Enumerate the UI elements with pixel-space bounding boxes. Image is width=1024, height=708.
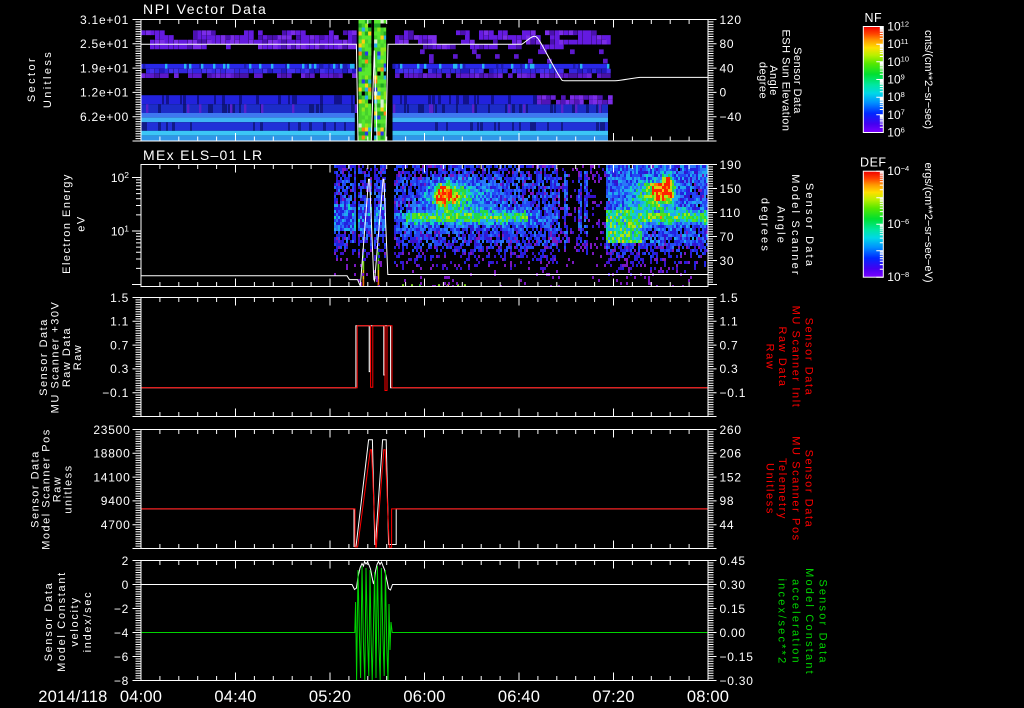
svg-text:Sector: Sector: [26, 56, 38, 102]
svg-text:9400: 9400: [101, 494, 131, 508]
svg-text:23500: 23500: [93, 423, 130, 437]
svg-text:−40: −40: [720, 110, 743, 124]
svg-text:0.7: 0.7: [720, 338, 739, 352]
svg-text:1.2e+01: 1.2e+01: [80, 86, 129, 100]
svg-text:1.1: 1.1: [720, 315, 739, 329]
svg-text:04:00: 04:00: [120, 688, 162, 706]
svg-text:4700: 4700: [101, 518, 131, 532]
svg-text:110: 110: [720, 206, 741, 220]
svg-text:velocity: velocity: [69, 596, 81, 646]
svg-text:−2: −2: [114, 602, 129, 616]
svg-text:NPI Vector Data: NPI Vector Data: [143, 1, 267, 17]
svg-text:−8: −8: [114, 674, 129, 688]
svg-text:Raw: Raw: [764, 344, 776, 371]
svg-text:Sensor Data: Sensor Data: [817, 579, 829, 664]
svg-text:Sensor Data: Sensor Data: [803, 183, 815, 268]
svg-text:0.7: 0.7: [110, 338, 129, 352]
svg-text:−0.1: −0.1: [720, 386, 747, 400]
svg-text:0.15: 0.15: [720, 602, 746, 616]
svg-text:120: 120: [720, 13, 742, 27]
svg-text:1.1: 1.1: [110, 315, 129, 329]
svg-text:eV: eV: [76, 215, 88, 231]
svg-text:0.45: 0.45: [720, 554, 746, 568]
svg-text:2: 2: [122, 554, 129, 568]
svg-text:NF: NF: [864, 11, 882, 25]
svg-text:0.3: 0.3: [110, 362, 129, 376]
svg-text:14100: 14100: [93, 470, 130, 484]
svg-text:Sensor Data: Sensor Data: [38, 318, 50, 396]
svg-text:degree: degree: [757, 62, 769, 99]
svg-text:acceleration: acceleration: [790, 579, 802, 665]
svg-text:3.1e+01: 3.1e+01: [80, 13, 129, 27]
svg-text:DEF: DEF: [860, 156, 887, 170]
svg-text:Electron Energy: Electron Energy: [61, 173, 73, 274]
svg-text:0.00: 0.00: [720, 626, 746, 640]
svg-text:index/sec: index/sec: [82, 591, 94, 653]
svg-text:04:40: 04:40: [214, 688, 256, 706]
svg-text:30: 30: [720, 254, 735, 268]
svg-text:Sensor Data: Sensor Data: [43, 582, 55, 662]
svg-text:MU Scanner Pos: MU Scanner Pos: [790, 436, 802, 542]
svg-text:Model Constant: Model Constant: [803, 568, 815, 676]
svg-text:80: 80: [720, 37, 735, 51]
svg-text:18800: 18800: [93, 447, 130, 461]
svg-text:08:00: 08:00: [687, 688, 729, 706]
svg-text:05:20: 05:20: [309, 688, 351, 706]
svg-text:Raw Data: Raw Data: [776, 326, 788, 387]
svg-text:Model Constant: Model Constant: [56, 571, 68, 672]
svg-text:06:00: 06:00: [403, 688, 445, 706]
svg-text:Sensor Data: Sensor Data: [803, 318, 815, 397]
svg-text:1.5: 1.5: [110, 291, 129, 305]
svg-text:206: 206: [720, 447, 742, 461]
svg-text:260: 260: [720, 423, 742, 437]
svg-text:40: 40: [720, 61, 735, 75]
svg-text:−0.30: −0.30: [720, 674, 754, 688]
svg-text:Sensor Data: Sensor Data: [791, 47, 803, 114]
svg-text:−4: −4: [114, 626, 129, 640]
svg-text:ESH Sun Elevation: ESH Sun Elevation: [780, 29, 792, 131]
svg-text:MU Scanner Inlt: MU Scanner Inlt: [790, 306, 802, 409]
svg-text:152: 152: [720, 470, 742, 484]
svg-text:MEx ELS–01 LR: MEx ELS–01 LR: [143, 147, 263, 163]
svg-text:2014/118: 2014/118: [38, 688, 107, 706]
svg-text:Sensor Data: Sensor Data: [803, 450, 815, 529]
svg-text:unitless: unitless: [63, 464, 75, 513]
svg-text:Model Scanner: Model Scanner: [789, 174, 801, 277]
svg-text:06:40: 06:40: [498, 688, 540, 706]
svg-text:98: 98: [720, 494, 735, 508]
svg-text:ergs/(cm**2−sr−sec−eV): ergs/(cm**2−sr−sec−eV): [922, 162, 934, 282]
svg-text:incex/sec**2: incex/sec**2: [776, 579, 788, 666]
svg-text:−6: −6: [114, 650, 129, 664]
svg-text:70: 70: [720, 230, 735, 244]
svg-text:Raw: Raw: [72, 344, 84, 371]
svg-text:Unitless: Unitless: [42, 50, 54, 108]
svg-text:44: 44: [720, 518, 735, 532]
svg-text:0.30: 0.30: [720, 578, 746, 592]
svg-text:07:20: 07:20: [592, 688, 634, 706]
svg-text:Angle: Angle: [775, 206, 787, 245]
svg-text:190: 190: [720, 158, 742, 172]
svg-text:degrees: degrees: [759, 198, 771, 253]
svg-text:MU Scanner +30V: MU Scanner +30V: [50, 301, 62, 414]
svg-text:−0.1: −0.1: [102, 386, 129, 400]
svg-text:150: 150: [720, 182, 742, 196]
svg-text:0.3: 0.3: [720, 362, 739, 376]
svg-text:Telemetry: Telemetry: [776, 458, 788, 520]
svg-text:−0.15: −0.15: [720, 650, 754, 664]
svg-text:2.5e+01: 2.5e+01: [80, 37, 129, 51]
svg-text:0: 0: [720, 86, 727, 100]
svg-text:1.5: 1.5: [720, 291, 739, 305]
svg-text:Unitless: Unitless: [764, 463, 776, 515]
svg-text:cnts/(cm**2−sr−sec): cnts/(cm**2−sr−sec): [922, 30, 934, 129]
svg-text:0: 0: [122, 578, 129, 592]
svg-text:1.9e+01: 1.9e+01: [80, 61, 129, 75]
svg-text:6.2e+00: 6.2e+00: [80, 110, 129, 124]
